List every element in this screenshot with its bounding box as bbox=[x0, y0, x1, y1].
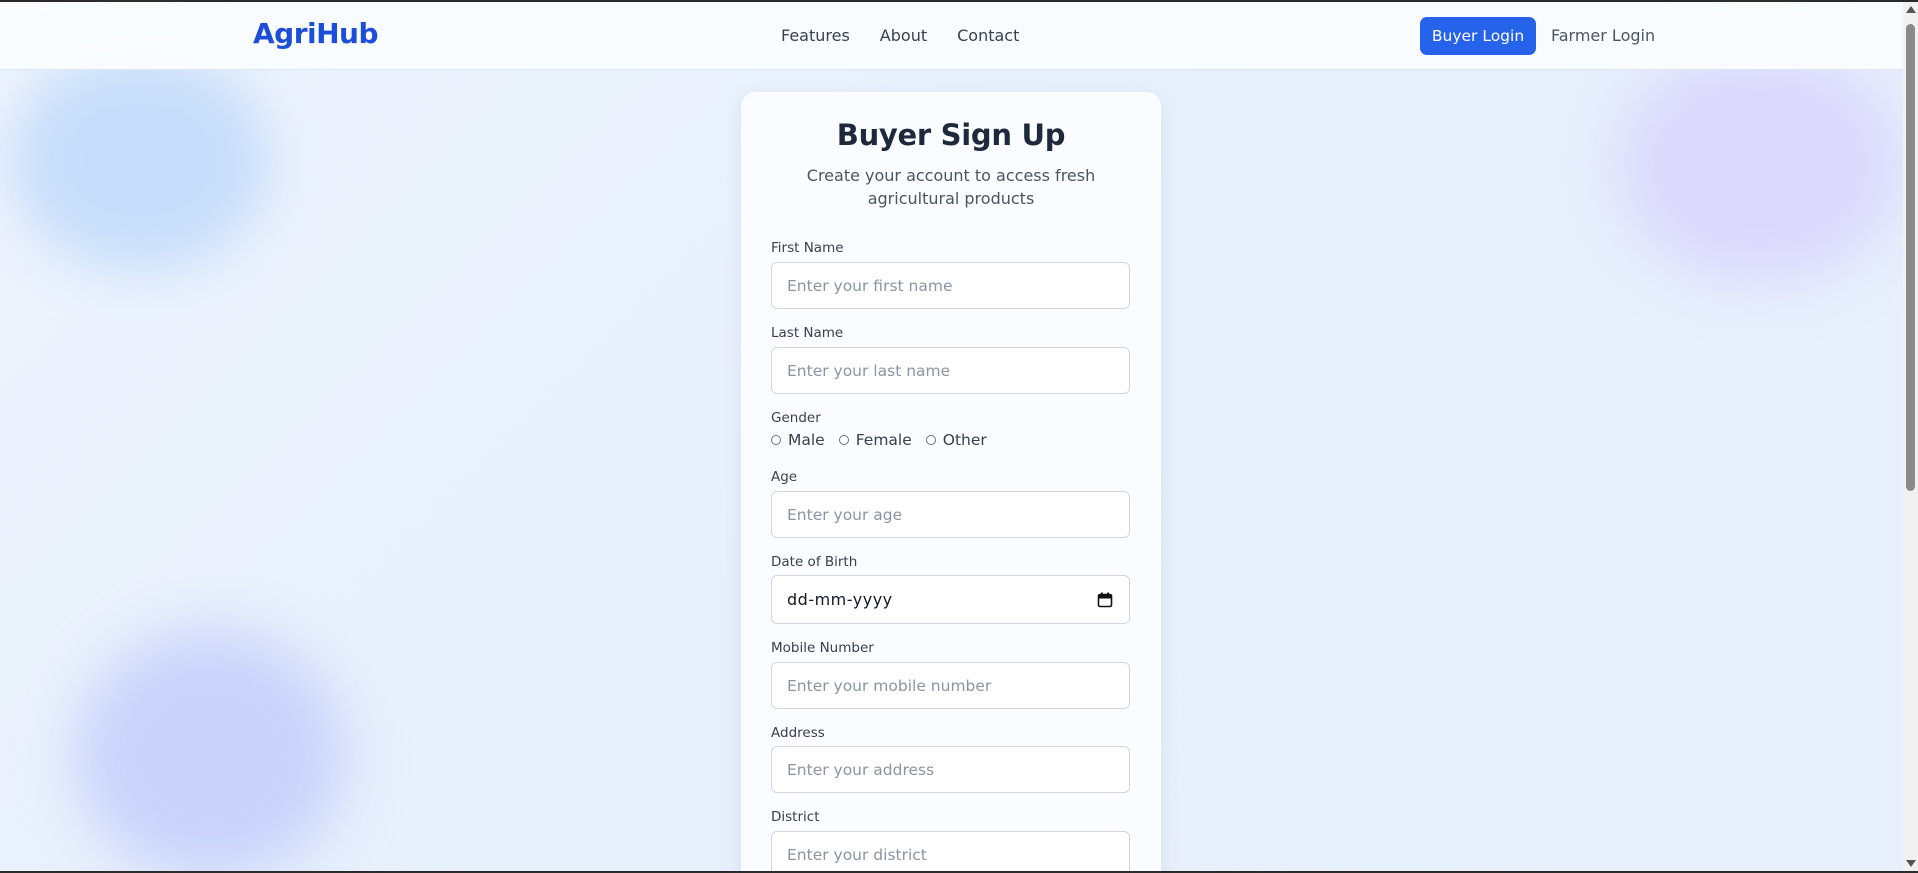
dob-input[interactable]: dd-mm-yyyy bbox=[771, 575, 1130, 624]
address-label: Address bbox=[771, 725, 825, 741]
district-label: District bbox=[771, 809, 820, 825]
dob-placeholder: dd-mm-yyyy bbox=[787, 590, 893, 609]
background-blob-purple bbox=[1620, 50, 1900, 280]
district-input[interactable] bbox=[771, 831, 1130, 873]
mobile-label: Mobile Number bbox=[771, 640, 874, 656]
gender-label: Gender bbox=[771, 410, 821, 426]
nav-link-about[interactable]: About bbox=[880, 26, 927, 45]
page-scrollbar[interactable] bbox=[1903, 2, 1918, 871]
age-label: Age bbox=[771, 469, 798, 485]
radio-label-male: Male bbox=[788, 431, 825, 449]
address-input[interactable] bbox=[771, 746, 1130, 793]
buyer-login-button[interactable]: Buyer Login bbox=[1420, 17, 1536, 55]
gender-option-male[interactable]: Male bbox=[771, 431, 825, 449]
radio-female[interactable] bbox=[838, 435, 849, 445]
dob-label: Date of Birth bbox=[771, 554, 858, 570]
age-input[interactable] bbox=[771, 491, 1130, 538]
brand-logo[interactable]: AgriHub bbox=[253, 17, 379, 50]
scroll-thumb[interactable] bbox=[1906, 24, 1915, 491]
form-subtitle: Create your account to access fresh agri… bbox=[806, 166, 1096, 208]
main-nav: Features About Contact bbox=[781, 26, 1019, 45]
top-navbar: AgriHub Features About Contact Buyer Log… bbox=[0, 2, 1903, 70]
radio-other[interactable] bbox=[925, 435, 936, 445]
gender-radio-group: Male Female Other bbox=[771, 431, 1001, 449]
form-title: Buyer Sign Up bbox=[836, 118, 1066, 152]
radio-label-other: Other bbox=[942, 431, 987, 449]
nav-link-contact[interactable]: Contact bbox=[957, 26, 1019, 45]
last-name-label: Last Name bbox=[771, 325, 844, 341]
calendar-icon[interactable] bbox=[1097, 592, 1113, 608]
background-blob-blue bbox=[10, 50, 270, 270]
radio-male[interactable] bbox=[771, 435, 781, 445]
mobile-input[interactable] bbox=[771, 662, 1130, 709]
last-name-input[interactable] bbox=[771, 347, 1130, 394]
nav-link-features[interactable]: Features bbox=[781, 26, 850, 45]
gender-option-other[interactable]: Other bbox=[925, 431, 987, 449]
farmer-login-link[interactable]: Farmer Login bbox=[1551, 26, 1655, 45]
scroll-up-arrow-icon[interactable] bbox=[1906, 6, 1916, 13]
background-blob-indigo bbox=[75, 630, 345, 873]
gender-option-female[interactable]: Female bbox=[838, 431, 912, 449]
first-name-input[interactable] bbox=[771, 262, 1130, 309]
signup-card: Buyer Sign Up Create your account to acc… bbox=[741, 92, 1161, 873]
radio-label-female: Female bbox=[855, 431, 912, 449]
scroll-down-arrow-icon[interactable] bbox=[1906, 860, 1916, 867]
first-name-label: First Name bbox=[771, 240, 844, 256]
